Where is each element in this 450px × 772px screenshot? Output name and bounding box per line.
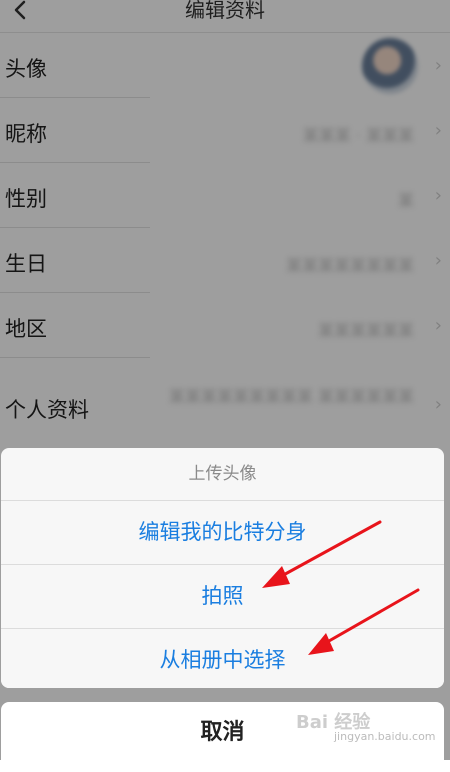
edit-bitmoji-button[interactable]: 编辑我的比特分身 [1, 500, 444, 564]
choose-from-album-button[interactable]: 从相册中选择 [1, 628, 444, 688]
upload-avatar-sheet: 上传头像 编辑我的比特分身 拍照 从相册中选择 [1, 448, 444, 688]
sheet-title: 上传头像 [188, 464, 257, 484]
take-photo-button[interactable]: 拍照 [1, 564, 444, 628]
watermark-url: jingyan.baidu.com [334, 730, 436, 743]
watermark: Bai 经验 jingyan.baidu.com [296, 708, 436, 752]
